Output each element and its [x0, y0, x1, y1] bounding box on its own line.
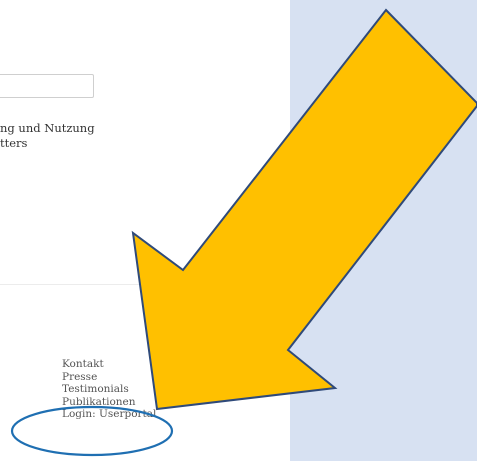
- highlight-ellipse: [10, 405, 174, 457]
- pointer-arrow-icon: [131, 8, 477, 411]
- webpage-screenshot: ng und Nutzung tters Kontakt Presse Test…: [0, 0, 477, 461]
- annotation-overlay: [10, 8, 477, 457]
